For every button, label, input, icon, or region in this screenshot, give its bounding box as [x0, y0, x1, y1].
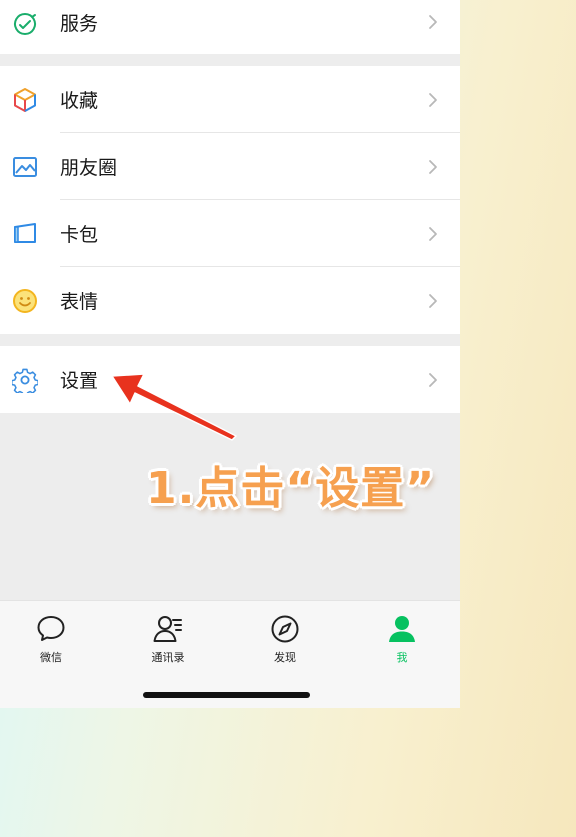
tab-label: 发现 [274, 651, 296, 664]
tab-label: 通讯录 [151, 651, 185, 664]
home-indicator [143, 692, 310, 698]
features-group: 收藏 朋友圈 卡包 表情 [0, 66, 460, 334]
menu-item-label: 朋友圈 [60, 157, 118, 179]
gear-icon [12, 368, 38, 393]
contacts-icon [153, 616, 182, 642]
menu-item-favorites[interactable]: 收藏 [0, 66, 460, 133]
tab-label: 微信 [40, 651, 62, 664]
service-group: 服务 [0, 0, 460, 54]
menu-item-moments[interactable]: 朋友圈 [0, 133, 460, 200]
chevron-right-icon [429, 14, 437, 29]
moments-picture-icon [13, 156, 37, 177]
menu-item-label: 收藏 [60, 90, 99, 112]
phone-screen: 服务 收藏 朋友圈 卡包 表情 设置 微信 通讯录 发现 我 [0, 0, 460, 708]
tab-me[interactable]: 我 [367, 613, 437, 665]
smiley-icon [13, 288, 37, 313]
tab-discover[interactable]: 发现 [250, 613, 320, 665]
service-icon [14, 12, 36, 35]
menu-item-label: 服务 [60, 12, 99, 35]
menu-item-stickers[interactable]: 表情 [0, 267, 460, 334]
annotation-step-text: 1.点击“设置” [146, 463, 436, 514]
person-icon [389, 616, 415, 642]
menu-item-label: 设置 [60, 370, 99, 392]
menu-item-label: 表情 [60, 291, 99, 313]
menu-item-service[interactable]: 服务 [0, 0, 460, 54]
menu-item-cards[interactable]: 卡包 [0, 200, 460, 267]
compass-icon [271, 615, 299, 643]
tab-chats[interactable]: 微信 [16, 613, 86, 665]
chevron-right-icon [429, 159, 437, 174]
chevron-right-icon [429, 226, 437, 241]
tab-label: 我 [396, 651, 408, 664]
chevron-right-icon [429, 92, 437, 107]
section-gap [0, 334, 460, 346]
chevron-right-icon [429, 372, 437, 387]
chevron-right-icon [429, 293, 437, 308]
section-gap [0, 54, 460, 66]
annotation-arrow-icon [111, 373, 237, 441]
menu-item-label: 卡包 [60, 224, 99, 246]
chat-bubble-icon [37, 616, 65, 641]
favorites-cube-icon [14, 87, 36, 112]
tab-contacts[interactable]: 通讯录 [133, 613, 203, 665]
card-wallet-icon [14, 222, 36, 243]
